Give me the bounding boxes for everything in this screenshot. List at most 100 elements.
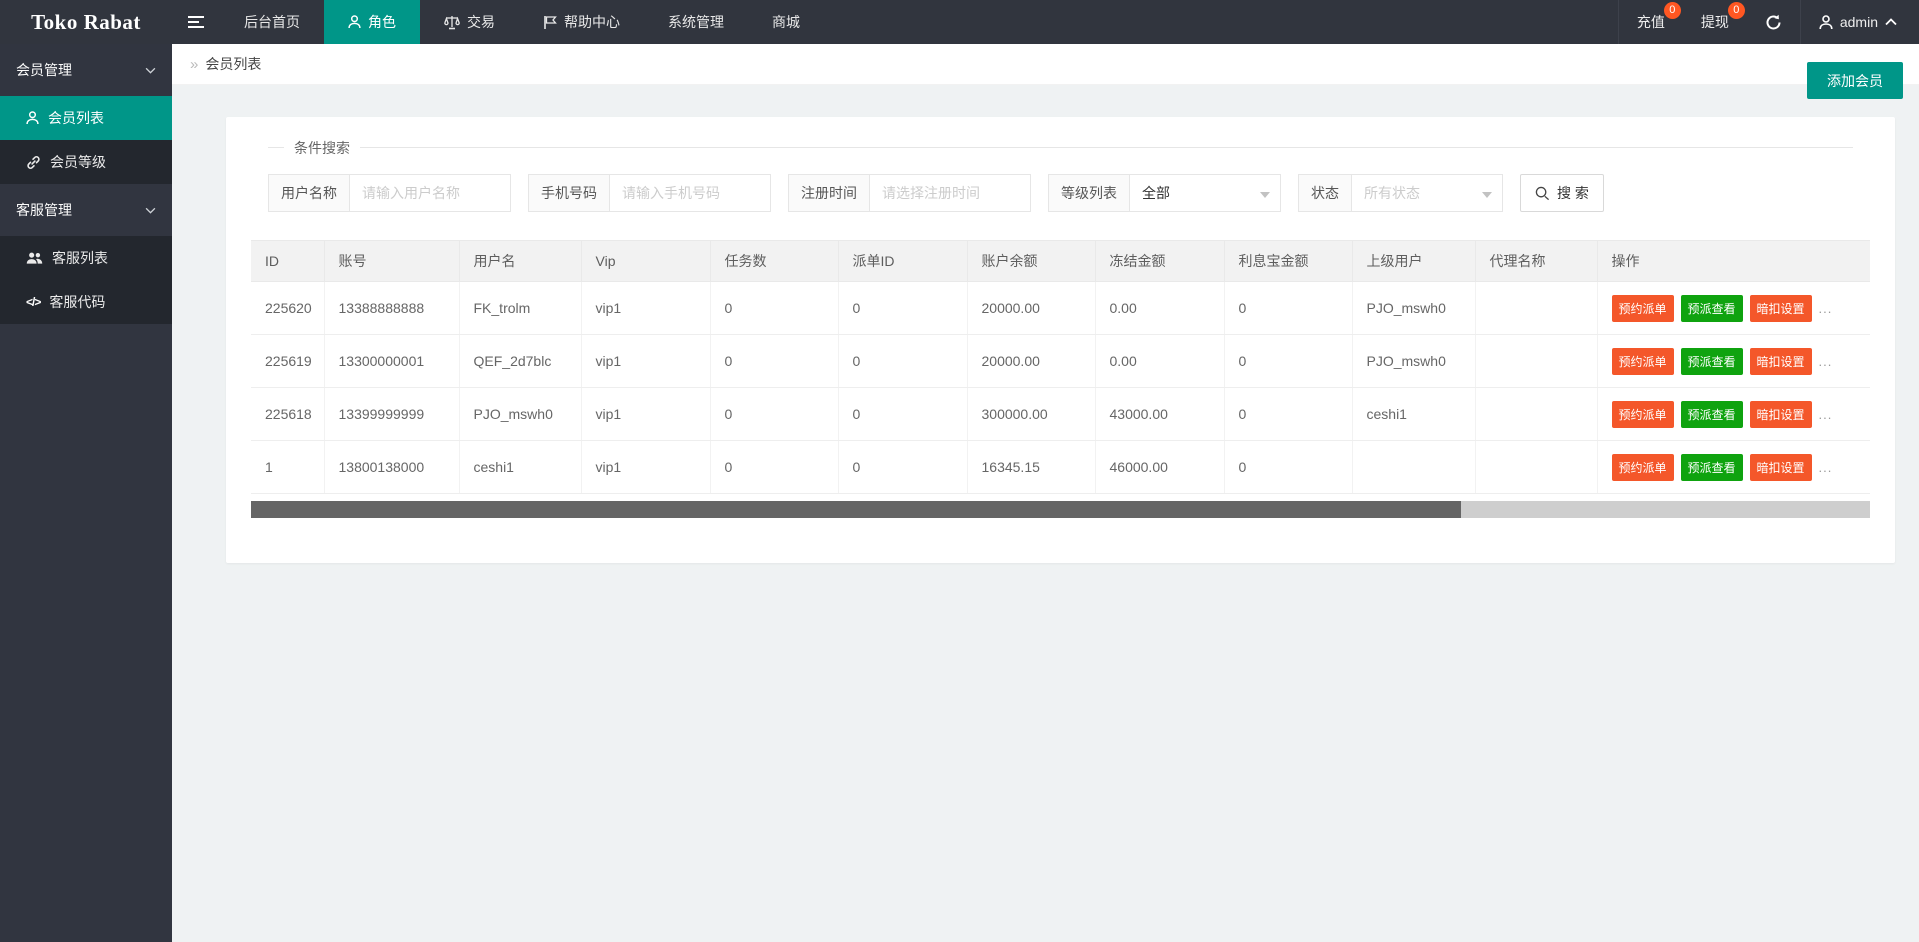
table-cell: 0 xyxy=(710,335,838,388)
horizontal-scrollbar[interactable] xyxy=(251,501,1870,518)
field-select[interactable]: 全部 xyxy=(1130,175,1280,211)
table-row: 22561813399999999PJO_mswh0vip100300000.0… xyxy=(251,388,1870,441)
refresh-button[interactable] xyxy=(1747,0,1800,44)
search-button[interactable]: 搜 索 xyxy=(1520,174,1604,212)
field-input[interactable] xyxy=(350,175,510,211)
action-button[interactable]: 预派查看 xyxy=(1681,295,1743,322)
table-cell: vip1 xyxy=(581,282,710,335)
table-cell: FK_trolm xyxy=(459,282,581,335)
add-member-button[interactable]: 添加会员 xyxy=(1807,62,1903,99)
table-cell: 0 xyxy=(1224,388,1352,441)
field-select[interactable]: 所有状态 xyxy=(1352,175,1502,211)
member-table: ID账号用户名Vip任务数派单ID账户余额冻结金额利息宝金额上级用户代理名称操作… xyxy=(251,240,1870,494)
topnav-item[interactable]: 角色 xyxy=(324,0,420,44)
refresh-icon xyxy=(1765,14,1782,31)
topnav-item[interactable]: 帮助中心 xyxy=(519,0,644,44)
chevron-up-icon xyxy=(1885,18,1897,26)
table-cell: 43000.00 xyxy=(1095,388,1224,441)
sidebar-item[interactable]: 会员等级 xyxy=(0,140,172,184)
actions-cell: 预约派单预派查看暗扣设置... xyxy=(1597,335,1870,388)
table-cell: PJO_mswh0 xyxy=(1352,282,1475,335)
sidebar-group-label: 会员管理 xyxy=(16,60,72,80)
sidebar-item[interactable]: </>客服代码 xyxy=(0,280,172,324)
action-button[interactable]: 预约派单 xyxy=(1612,401,1674,428)
table-cell: 20000.00 xyxy=(967,335,1095,388)
table-cell: 0 xyxy=(838,282,967,335)
hamburger-button[interactable] xyxy=(172,0,220,44)
table-cell: 225619 xyxy=(251,335,324,388)
scrollbar-thumb[interactable] xyxy=(251,501,1461,518)
user-icon xyxy=(1819,15,1833,30)
field-label: 注册时间 xyxy=(789,175,870,211)
withdraw-label: 提现 xyxy=(1701,12,1729,32)
user-menu[interactable]: admin xyxy=(1801,0,1919,44)
action-button[interactable]: 预约派单 xyxy=(1612,295,1674,322)
column-header: 派单ID xyxy=(838,241,967,282)
member-table-body: 22562013388888888FK_trolmvip10020000.000… xyxy=(251,282,1870,494)
table-cell: 46000.00 xyxy=(1095,441,1224,494)
more-actions[interactable]: ... xyxy=(1819,354,1833,369)
breadcrumb: » 会员列表 xyxy=(172,44,1919,85)
person-icon xyxy=(26,111,39,125)
chevron-down-icon xyxy=(145,67,156,74)
search-field-group: 手机号码 xyxy=(528,174,771,212)
chevron-down-icon xyxy=(1482,192,1492,198)
column-header: 任务数 xyxy=(710,241,838,282)
more-actions[interactable]: ... xyxy=(1819,301,1833,316)
breadcrumb-arrow-icon: » xyxy=(190,56,198,73)
topnav-item[interactable]: 商城 xyxy=(748,0,824,44)
column-header: 上级用户 xyxy=(1352,241,1475,282)
action-button[interactable]: 预约派单 xyxy=(1612,454,1674,481)
more-actions[interactable]: ... xyxy=(1819,460,1833,475)
sidebar-item[interactable]: 会员列表 xyxy=(0,96,172,140)
action-button[interactable]: 预派查看 xyxy=(1681,401,1743,428)
action-button[interactable]: 预派查看 xyxy=(1681,454,1743,481)
field-input[interactable] xyxy=(870,175,1030,211)
table-cell: 0 xyxy=(1224,335,1352,388)
field-label: 等级列表 xyxy=(1049,175,1130,211)
table-cell: 0 xyxy=(1224,441,1352,494)
table-cell xyxy=(1475,388,1597,441)
action-button[interactable]: 预约派单 xyxy=(1612,348,1674,375)
recharge-button[interactable]: 充值 0 xyxy=(1619,0,1683,44)
sidebar-item[interactable]: 客服列表 xyxy=(0,236,172,280)
column-header: Vip xyxy=(581,241,710,282)
withdraw-button[interactable]: 提现 0 xyxy=(1683,0,1747,44)
sidebar-group-title[interactable]: 会员管理 xyxy=(0,44,172,96)
page-title: 会员列表 xyxy=(205,54,261,74)
topnav-item-label: 帮助中心 xyxy=(564,12,620,32)
topnav-item[interactable]: 后台首页 xyxy=(220,0,324,44)
sidebar-group-title[interactable]: 客服管理 xyxy=(0,184,172,236)
topnav-item[interactable]: 系统管理 xyxy=(644,0,748,44)
withdraw-badge: 0 xyxy=(1728,2,1745,19)
action-button[interactable]: 预派查看 xyxy=(1681,348,1743,375)
table-row: 22561913300000001QEF_2d7blcvip10020000.0… xyxy=(251,335,1870,388)
column-header: 代理名称 xyxy=(1475,241,1597,282)
table-cell: 0 xyxy=(838,388,967,441)
table-cell: 13399999999 xyxy=(324,388,459,441)
topnav-item[interactable]: 交易 xyxy=(420,0,519,44)
topnav-item-label: 交易 xyxy=(467,12,495,32)
more-actions[interactable]: ... xyxy=(1819,407,1833,422)
table-cell: 0 xyxy=(710,282,838,335)
action-button[interactable]: 暗扣设置 xyxy=(1750,401,1812,428)
field-label: 用户名称 xyxy=(269,175,350,211)
field-input[interactable] xyxy=(610,175,770,211)
table-cell: 16345.15 xyxy=(967,441,1095,494)
table-cell: 0.00 xyxy=(1095,282,1224,335)
action-button[interactable]: 暗扣设置 xyxy=(1750,454,1812,481)
actions-cell: 预约派单预派查看暗扣设置... xyxy=(1597,282,1870,335)
search-field-group: 等级列表全部 xyxy=(1048,174,1281,212)
table-cell: ceshi1 xyxy=(1352,388,1475,441)
action-button[interactable]: 暗扣设置 xyxy=(1750,295,1812,322)
recharge-label: 充值 xyxy=(1637,12,1665,32)
action-button[interactable]: 暗扣设置 xyxy=(1750,348,1812,375)
search-legend: 条件搜索 xyxy=(284,138,360,158)
table-cell xyxy=(1475,335,1597,388)
topnav-item-label: 商城 xyxy=(772,12,800,32)
brand-logo: Toko Rabat xyxy=(0,0,172,44)
sidebar-item-label: 客服列表 xyxy=(52,248,108,268)
scales-icon xyxy=(444,15,460,30)
column-header: 账户余额 xyxy=(967,241,1095,282)
field-label: 手机号码 xyxy=(529,175,610,211)
